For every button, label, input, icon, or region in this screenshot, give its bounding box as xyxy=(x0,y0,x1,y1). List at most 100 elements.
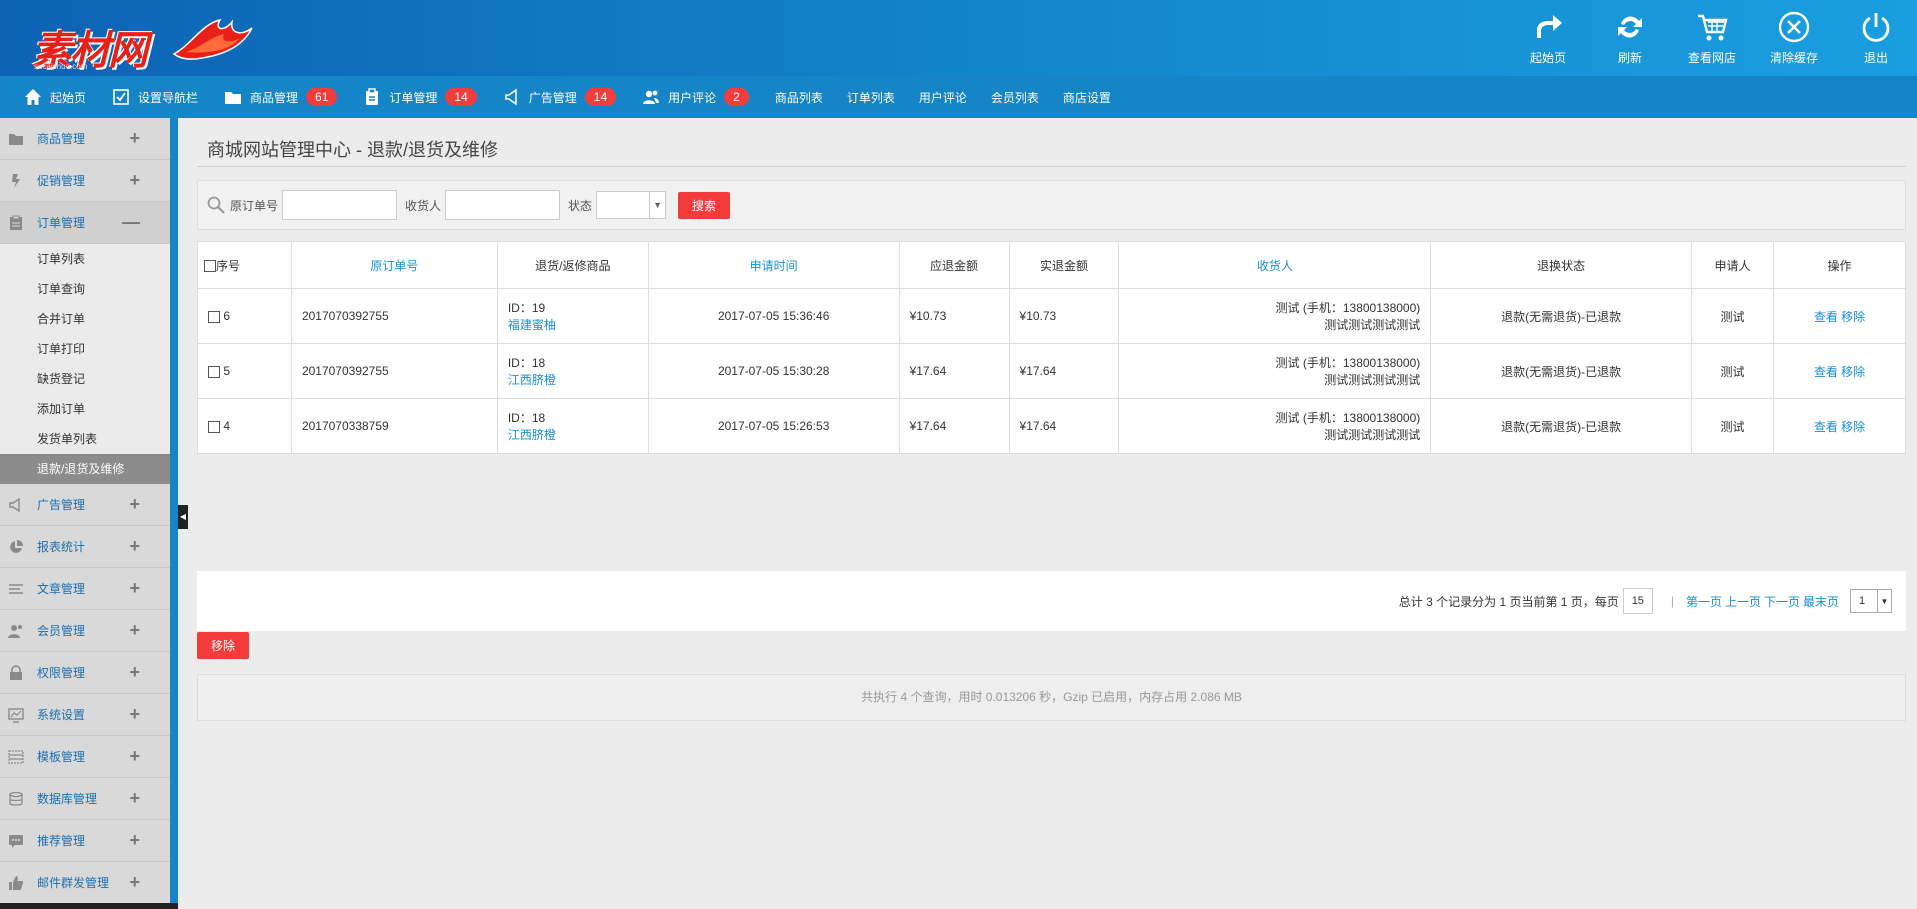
close-circle-icon xyxy=(1778,11,1810,43)
row-checkbox[interactable] xyxy=(208,365,220,378)
amount-paid-cell: ¥10.73 xyxy=(1008,288,1120,344)
col-goods: 退货/返修商品 xyxy=(496,241,649,289)
goods-link[interactable]: 江西脐橙 xyxy=(508,428,556,442)
next-page-link[interactable]: 下一页 xyxy=(1764,593,1800,610)
sidebar-group-promotion[interactable]: 促销管理 + xyxy=(0,160,170,202)
nav-link-order-list[interactable]: 订单列表 xyxy=(847,89,895,106)
row-checkbox[interactable] xyxy=(208,310,220,323)
sidebar-group-recommend[interactable]: 推荐管理 + xyxy=(0,820,170,862)
nav-start-page[interactable]: 起始页 xyxy=(24,88,86,106)
goods-cell: ID：18 江西脐橙 xyxy=(496,343,649,399)
nav-link-member-list[interactable]: 会员列表 xyxy=(991,89,1039,106)
table-row: 6 2017070392755 ID：19 福建蜜柚 2017-07-05 15:… xyxy=(197,288,1906,344)
pagination: 总计 3 个记录分为 1 页当前第 1 页，每页 15 | 第一页 上一页 下一… xyxy=(197,571,1906,631)
view-link[interactable]: 查看 xyxy=(1814,365,1838,379)
view-link[interactable]: 查看 xyxy=(1814,420,1838,434)
sidebar-group-label: 广告管理 xyxy=(37,498,86,512)
sidebar-group-goods[interactable]: 商品管理 + xyxy=(0,118,170,160)
col-receiver[interactable]: 收货人 xyxy=(1118,241,1432,289)
sidebar-item-print-order[interactable]: 订单打印 xyxy=(0,334,170,364)
search-button[interactable]: 搜索 xyxy=(678,191,731,219)
sidebar-group-ads[interactable]: 广告管理 + xyxy=(0,484,170,526)
sidebar-group-orders[interactable]: 订单管理 — xyxy=(0,202,170,244)
status-cell: 退款(无需退货)-已退款 xyxy=(1430,398,1693,454)
remove-link[interactable]: 移除 xyxy=(1841,420,1865,434)
goods-link[interactable]: 江西脐橙 xyxy=(508,373,556,387)
sidebar-group-reports[interactable]: 报表统计 + xyxy=(0,526,170,568)
first-page-link[interactable]: 第一页 xyxy=(1686,593,1722,610)
page-select[interactable]: 1 ▼ xyxy=(1850,589,1892,613)
col-seq[interactable]: 序号 xyxy=(197,241,292,289)
sidebar-item-add-order[interactable]: 添加订单 xyxy=(0,394,170,424)
remove-link[interactable]: 移除 xyxy=(1841,310,1865,324)
nav-link-store-settings[interactable]: 商店设置 xyxy=(1063,89,1111,106)
bulk-remove-button[interactable]: 移除 xyxy=(197,632,250,659)
sidebar-group-label: 数据库管理 xyxy=(37,792,98,806)
nav-set-navbar[interactable]: 设置导航栏 xyxy=(112,88,198,106)
goods-cell: ID：19 福建蜜柚 xyxy=(496,288,649,344)
receiver-address: 测试测试测试测试 xyxy=(1324,373,1421,387)
order-number-input[interactable] xyxy=(282,190,398,220)
goods-link[interactable]: 福建蜜柚 xyxy=(508,318,556,332)
sidebar-item-out-of-stock[interactable]: 缺货登记 xyxy=(0,364,170,394)
sidebar-group-templates[interactable]: 模板管理 + xyxy=(0,736,170,778)
col-apply-time[interactable]: 申请时间 xyxy=(647,241,900,289)
per-page-input[interactable]: 15 xyxy=(1622,588,1653,614)
page-title-sep: - xyxy=(351,140,367,160)
status-select[interactable]: ▼ xyxy=(596,191,667,219)
sidebar-group-mass-mail[interactable]: 邮件群发管理 + xyxy=(0,862,170,904)
users-icon xyxy=(8,624,22,638)
start-page-button[interactable]: 起始页 xyxy=(1507,0,1589,76)
view-store-button[interactable]: 查看网店 xyxy=(1671,0,1753,76)
nav-order-manage[interactable]: 订单管理 14 xyxy=(363,88,477,106)
nav-link-goods-list[interactable]: 商品列表 xyxy=(775,89,823,106)
order-number-label: 原订单号 xyxy=(230,198,279,213)
sidebar-group-articles[interactable]: 文章管理 + xyxy=(0,568,170,610)
sidebar-collapse-toggle[interactable]: ◀ xyxy=(178,505,188,529)
col-amount-due: 应退金额 xyxy=(898,241,1010,289)
logo-subtext: sucaishuo.com xyxy=(34,62,88,71)
sidebar-group-members[interactable]: 会员管理 + xyxy=(0,610,170,652)
logo[interactable]: 素材网 sucaishuo.com xyxy=(30,12,253,74)
goods-id: ID：18 xyxy=(507,356,546,370)
seq-value: 5 xyxy=(223,364,231,378)
clear-cache-button[interactable]: 清除缓存 xyxy=(1753,0,1835,76)
nav-link-user-comments[interactable]: 用户评论 xyxy=(919,89,967,106)
amount-due-cell: ¥17.64 xyxy=(898,398,1010,454)
expand-icon: + xyxy=(129,830,140,850)
select-all-checkbox[interactable] xyxy=(204,260,216,273)
row-checkbox[interactable] xyxy=(208,420,220,433)
main-content: 商城网站管理中心 - 退款/退货及维修 原订单号 收货人 状态 ▼ 搜索 序号 … xyxy=(197,118,1906,909)
seq-cell: 4 xyxy=(197,398,292,454)
sidebar-group-permissions[interactable]: 权限管理 + xyxy=(0,652,170,694)
nav-goods-manage[interactable]: 商品管理 61 xyxy=(224,88,338,106)
sidebar-item-order-query[interactable]: 订单查询 xyxy=(0,274,170,304)
sidebar-item-merge-orders[interactable]: 合并订单 xyxy=(0,304,170,334)
receiver-input[interactable] xyxy=(445,190,561,220)
order-submenu: 订单列表 订单查询 合并订单 订单打印 缺货登记 添加订单 发货单列表 退款/退… xyxy=(0,244,170,484)
checklist-icon xyxy=(113,89,129,105)
sidebar-group-database[interactable]: 数据库管理 + xyxy=(0,778,170,820)
sidebar-item-refund-return[interactable]: 退款/退货及维修 xyxy=(0,454,170,484)
remove-link[interactable]: 移除 xyxy=(1841,365,1865,379)
sidebar-item-order-list[interactable]: 订单列表 xyxy=(0,244,170,274)
last-page-link[interactable]: 最末页 xyxy=(1803,593,1839,610)
share-arrow-icon xyxy=(1537,15,1562,38)
nav-user-comments[interactable]: 用户评论 2 xyxy=(642,88,749,106)
page-title-main: 商城网站管理中心 xyxy=(207,140,351,160)
table-row: 4 2017070338759 ID：18 江西脐橙 2017-07-05 15:… xyxy=(197,398,1906,454)
page-title: 商城网站管理中心 - 退款/退货及维修 xyxy=(207,136,498,162)
col-order-number[interactable]: 原订单号 xyxy=(290,241,498,289)
users-icon xyxy=(643,90,660,104)
nav-ad-manage[interactable]: 广告管理 14 xyxy=(503,88,617,106)
folder-icon xyxy=(9,133,23,145)
refresh-button[interactable]: 刷新 xyxy=(1589,0,1671,76)
status-label: 状态 xyxy=(568,198,593,213)
search-icon xyxy=(207,196,225,214)
nav-user-comments-label: 用户评论 xyxy=(668,90,717,105)
view-link[interactable]: 查看 xyxy=(1814,310,1838,324)
prev-page-link[interactable]: 上一页 xyxy=(1725,593,1761,610)
logout-button[interactable]: 退出 xyxy=(1835,0,1917,76)
sidebar-group-system[interactable]: 系统设置 + xyxy=(0,694,170,736)
sidebar-item-shipping-list[interactable]: 发货单列表 xyxy=(0,424,170,454)
